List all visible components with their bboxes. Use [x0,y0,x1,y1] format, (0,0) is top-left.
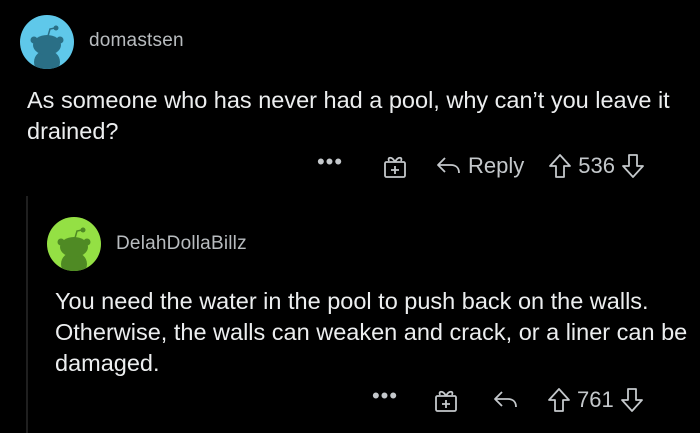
comment-reply: DelahDollaBillz You need the water in th… [0,200,700,433]
avatar[interactable] [20,15,74,69]
comment-actions: ••• 761 [365,384,644,416]
downvote-button[interactable] [620,387,644,413]
comment: domastsen As someone who has never had a… [0,0,700,200]
reply-button[interactable]: Reply [436,153,524,179]
comment-body: You need the water in the pool to push b… [55,288,688,376]
reply-label: Reply [468,153,525,178]
snoo-avatar-icon [20,15,74,69]
username[interactable]: domastsen [89,30,184,52]
upvote-arrow-icon [548,388,570,412]
reply-arrow-icon [437,157,460,174]
reply-button[interactable] [493,389,519,411]
avatar[interactable] [47,217,101,271]
downvote-arrow-icon [622,154,644,178]
award-button[interactable] [382,153,408,179]
upvote-button[interactable] [548,153,572,179]
upvote-arrow-icon [549,154,572,178]
vote-score: 761 [577,387,614,412]
comment-actions: ••• Reply 536 [310,150,645,182]
more-options-button[interactable]: ••• [365,385,405,407]
upvote-button[interactable] [547,387,571,413]
downvote-button[interactable] [621,153,645,179]
gift-icon [435,390,457,412]
more-options-button[interactable]: ••• [310,151,350,173]
downvote-arrow-icon [620,388,643,412]
award-button[interactable] [433,387,459,413]
vote-score: 536 [578,153,615,178]
reply-arrow-icon [494,391,517,408]
username[interactable]: DelahDollaBillz [116,233,247,255]
comment-body: As someone who has never had a pool, why… [27,87,670,144]
snoo-avatar-icon [47,217,101,271]
gift-icon [384,156,406,178]
